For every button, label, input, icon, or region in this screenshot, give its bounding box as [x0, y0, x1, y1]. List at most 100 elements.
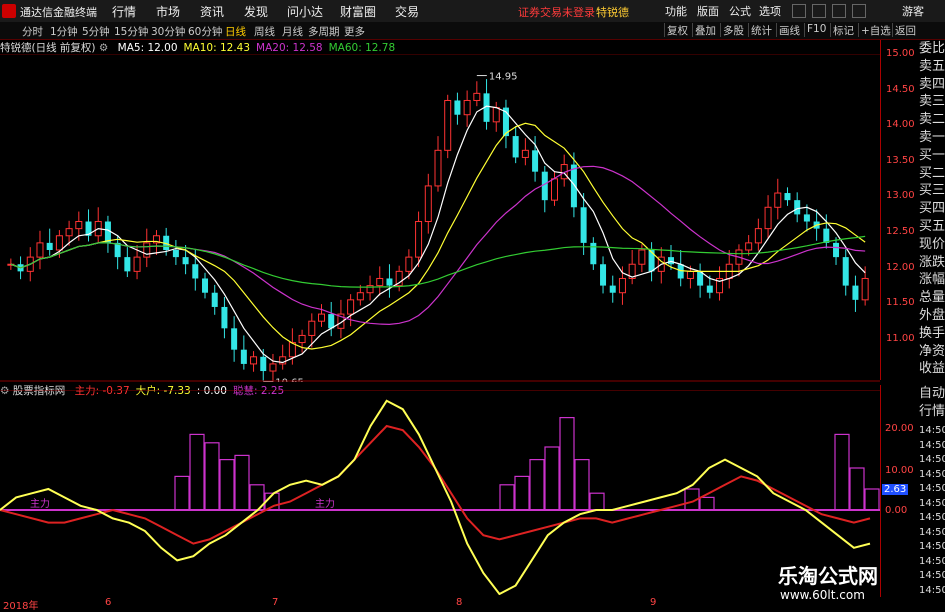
candle-down: [648, 250, 655, 272]
time-label: 14:50: [919, 483, 945, 494]
side-tab[interactable]: 换手: [919, 325, 945, 342]
candle-up: [36, 242, 44, 258]
ma-settings-icon[interactable]: ⚙: [99, 42, 108, 54]
indicator-bar: [189, 433, 205, 511]
price-tick-label: 14.50: [886, 83, 915, 95]
period-daily[interactable]: 日线: [225, 24, 246, 39]
menu-trade[interactable]: 交易: [395, 3, 419, 20]
side-tab[interactable]: 收益: [919, 360, 945, 377]
time-label: 14:50: [919, 555, 945, 567]
candle-up: [415, 221, 423, 258]
side-tab[interactable]: 外盘: [919, 307, 945, 324]
draw-button[interactable]: 画线: [776, 23, 802, 37]
side-tab[interactable]: 卖二: [919, 111, 945, 128]
candle-down: [667, 257, 674, 265]
close-icon[interactable]: [852, 4, 866, 18]
side-tab[interactable]: 买一: [919, 147, 945, 164]
menu-ask[interactable]: 问小达: [287, 3, 323, 20]
mark-button[interactable]: 标记: [830, 23, 856, 37]
period-5min[interactable]: 5分钟: [82, 24, 110, 39]
side-tab[interactable]: 行情: [919, 403, 945, 420]
candle-up: [618, 277, 626, 294]
side-tab[interactable]: 买二: [919, 165, 945, 182]
period-tick[interactable]: 分时: [22, 24, 43, 39]
period-30min[interactable]: 30分钟: [151, 24, 185, 39]
stats-button[interactable]: 统计: [748, 23, 774, 37]
overlay-button[interactable]: 叠加: [692, 23, 718, 37]
kline-chart[interactable]: 14.9510.65: [0, 54, 880, 382]
menu-wealth[interactable]: 财富圈: [340, 3, 376, 20]
multi-stock-button[interactable]: 多股: [720, 23, 746, 37]
period-more[interactable]: 更多: [344, 24, 365, 39]
side-tab[interactable]: 涨幅: [919, 271, 945, 288]
indicator-bar: [174, 475, 190, 511]
big-holder-line: [0, 399, 871, 595]
side-tab[interactable]: 净资: [919, 343, 945, 360]
zero-line-label: 主力: [315, 497, 335, 510]
guest-user[interactable]: 游客: [902, 3, 924, 19]
candle-up: [444, 99, 452, 151]
menu-market[interactable]: 市场: [156, 3, 180, 20]
side-tab[interactable]: 卖三: [919, 93, 945, 110]
side-tab[interactable]: 买三: [919, 182, 945, 199]
period-monthly[interactable]: 月线: [282, 24, 303, 39]
candle-down: [512, 136, 519, 158]
side-tab[interactable]: 买五: [919, 218, 945, 235]
adjust-button[interactable]: 复权: [664, 23, 690, 37]
menu-quotes[interactable]: 行情: [112, 3, 136, 20]
menu-function[interactable]: 功能: [665, 3, 687, 19]
minimize-icon[interactable]: [792, 4, 806, 18]
price-tick-label: 11.50: [886, 297, 915, 309]
candle-up: [473, 92, 481, 101]
f10-button[interactable]: F10: [804, 23, 828, 37]
candle-down: [580, 207, 587, 243]
candle-up: [65, 228, 73, 237]
candle-down: [852, 285, 859, 300]
side-tab[interactable]: 自动: [919, 385, 945, 402]
side-tab[interactable]: 卖一: [919, 129, 945, 146]
indicator-bar: [849, 467, 865, 511]
time-label: 14:50: [919, 439, 945, 451]
candle-up: [250, 356, 258, 365]
side-tab[interactable]: 买四: [919, 200, 945, 217]
side-tab[interactable]: 总量: [919, 289, 945, 306]
ma-label: MA10: 12.43: [183, 42, 251, 54]
candle-down: [202, 278, 209, 293]
maximize-icon[interactable]: [832, 4, 846, 18]
menu-options[interactable]: 选项: [759, 3, 781, 19]
candle-up: [308, 320, 316, 336]
period-multi[interactable]: 多周期: [308, 24, 340, 39]
side-tab[interactable]: 委比: [919, 40, 945, 57]
candle-up: [424, 185, 432, 223]
side-tab[interactable]: 卖五: [919, 58, 945, 75]
period-1min[interactable]: 1分钟: [50, 24, 78, 39]
time-label: 14:50: [919, 570, 945, 581]
indicator-chart[interactable]: 主力 主力: [0, 390, 880, 595]
menu-news[interactable]: 资讯: [200, 3, 224, 20]
indicator-tick-label: 10.00: [885, 465, 914, 476]
app-logo-icon: [2, 4, 16, 18]
candle-down: [590, 242, 597, 265]
menu-discover[interactable]: 发现: [244, 3, 268, 20]
candle-up: [405, 256, 413, 272]
period-60min[interactable]: 60分钟: [188, 24, 222, 39]
restore-icon[interactable]: [812, 4, 826, 18]
indicator-bar: [544, 446, 560, 511]
period-15min[interactable]: 15分钟: [114, 24, 148, 39]
menu-layout[interactable]: 版面: [697, 3, 719, 19]
menu-formula[interactable]: 公式: [729, 3, 751, 19]
candle-down: [192, 264, 199, 279]
price-tick-label: 13.50: [886, 154, 915, 166]
period-weekly[interactable]: 周线: [254, 24, 275, 39]
time-column: 14:50 14:50 14:50 14:50 14:50 14:50 14:50 14:50…: [917, 425, 945, 600]
login-status[interactable]: 证券交易未登录: [518, 4, 595, 20]
candle-down: [784, 193, 791, 201]
price-axis: 15.00 14.50 14.00 13.50 13.00 12.50 12.00 11.50…: [880, 40, 917, 380]
side-tab[interactable]: 涨跌: [919, 254, 945, 271]
candle-down: [240, 349, 247, 364]
candle-up: [318, 313, 326, 322]
back-button[interactable]: 返回: [892, 23, 918, 37]
add-watchlist-button[interactable]: +自选: [858, 23, 893, 37]
side-tab[interactable]: 现价: [919, 236, 945, 253]
side-tab[interactable]: 卖四: [919, 76, 945, 93]
